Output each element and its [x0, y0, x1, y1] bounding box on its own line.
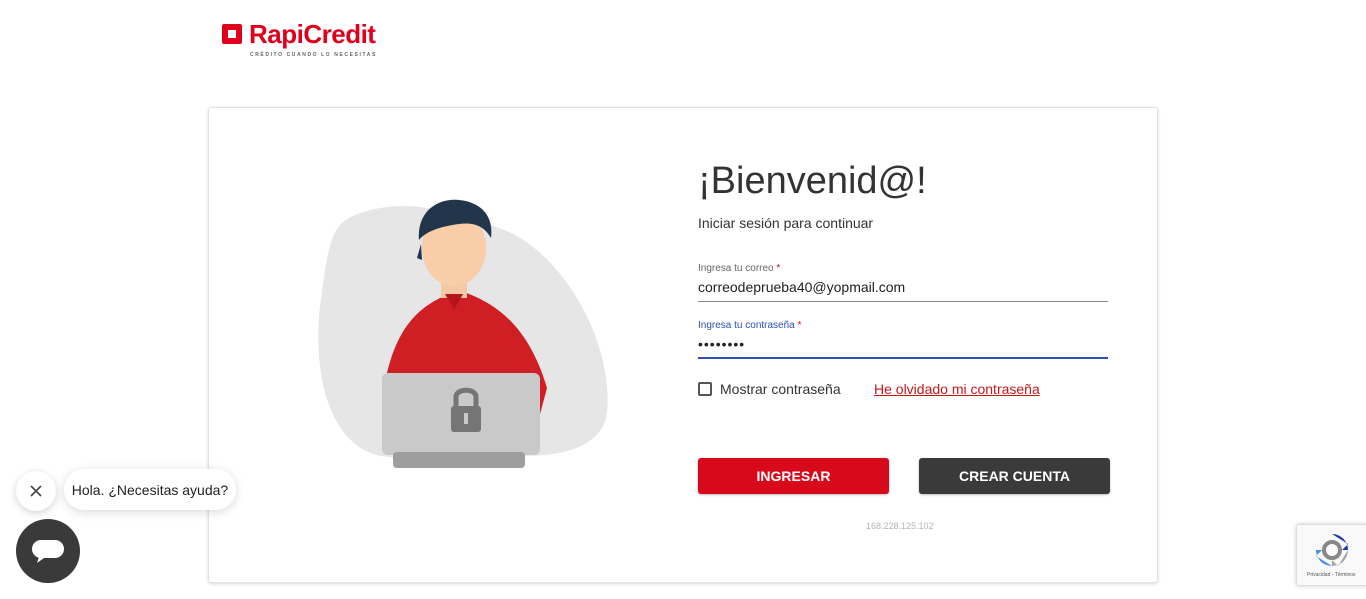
recaptcha-icon	[1316, 534, 1348, 566]
show-password-label: Mostrar contraseña	[720, 381, 841, 397]
close-icon	[30, 485, 42, 497]
login-button[interactable]: INGRESAR	[698, 458, 889, 494]
password-label: Ingresa tu contraseña *	[698, 320, 802, 331]
logo-tagline: CRÉDITO CUANDO LO NECESITAS	[250, 52, 377, 58]
recaptcha-badge[interactable]: Privacidad - Términos	[1296, 524, 1366, 586]
password-field[interactable]: Ingresa tu contraseña * ••••••••	[698, 320, 1108, 359]
email-input[interactable]: correodeprueba40@yopmail.com	[698, 274, 1108, 302]
laptop-base	[393, 452, 525, 468]
password-required-mark: *	[797, 320, 802, 331]
logo-mark-icon	[222, 24, 242, 44]
ip-address: 168.228.125.102	[866, 521, 934, 531]
show-password-checkbox[interactable]	[698, 382, 712, 396]
create-account-button[interactable]: CREAR CUENTA	[919, 458, 1110, 494]
email-field[interactable]: Ingresa tu correo * correodeprueba40@yop…	[698, 263, 1108, 302]
user-laptop-illustration	[318, 199, 608, 468]
email-label: Ingresa tu correo *	[698, 263, 781, 274]
welcome-title: ¡Bienvenid@!	[698, 160, 927, 202]
password-input[interactable]: ••••••••	[698, 331, 1108, 359]
welcome-subtitle: Iniciar sesión para continuar	[698, 215, 874, 231]
chat-close-button[interactable]	[16, 471, 56, 511]
chat-launcher-button[interactable]	[16, 519, 80, 583]
chat-greeting-bubble[interactable]: Hola. ¿Necesitas ayuda?	[64, 469, 236, 510]
recaptcha-footer[interactable]: Privacidad - Términos	[1307, 572, 1356, 578]
login-card: ¡Bienvenid@! Iniciar sesión para continu…	[208, 107, 1158, 583]
show-password-toggle[interactable]: Mostrar contraseña	[698, 381, 841, 397]
email-required-mark: *	[776, 263, 781, 274]
forgot-password-link[interactable]: He olvidado mi contraseña	[874, 381, 1040, 397]
chat-icon	[32, 540, 64, 563]
brand-logo[interactable]: RapiCredit CRÉDITO CUANDO LO NECESITAS	[222, 19, 392, 60]
logo-text: RapiCredit	[249, 19, 376, 49]
